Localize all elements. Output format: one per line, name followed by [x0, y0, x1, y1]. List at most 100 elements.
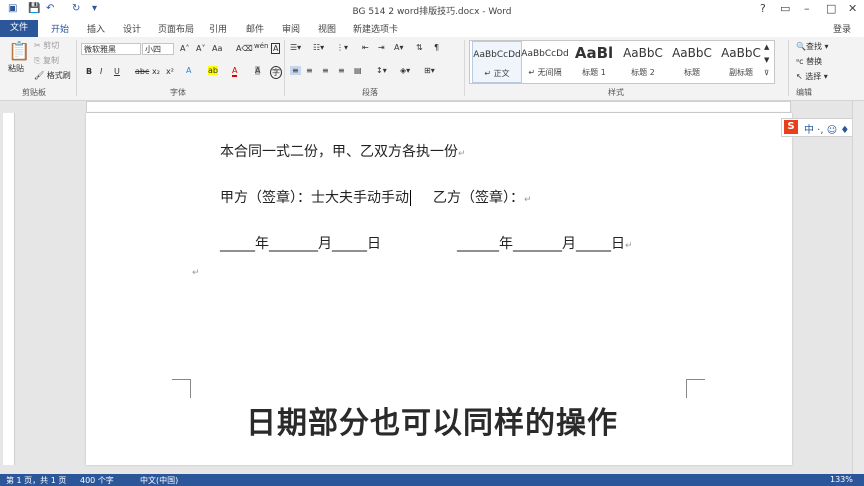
tab-mailings[interactable]: 邮件 — [246, 22, 264, 35]
style-normal[interactable]: AaBbCcDd ↵ 正文 — [472, 41, 522, 83]
editing-group-label: 编辑 — [796, 88, 812, 97]
tab-home[interactable]: 开始 — [51, 22, 69, 35]
format-painter-button[interactable]: 🖌 格式刷 — [34, 70, 71, 81]
window-title: BG 514 2 word排版技巧.docx - Word — [352, 7, 512, 17]
gallery-up-icon[interactable]: ▲ — [764, 43, 769, 51]
style-title[interactable]: AaBbC 标题 — [668, 41, 716, 81]
page-corner-mark — [172, 379, 191, 398]
zoom-level[interactable]: 133% — [830, 475, 853, 484]
paragraph-group-label: 段落 — [362, 88, 378, 97]
grow-font-icon[interactable]: A˄ — [180, 44, 189, 53]
style-heading-1[interactable]: AaBl 标题 1 — [570, 41, 618, 81]
text-cursor — [410, 190, 411, 206]
justify-icon[interactable]: ≡ — [338, 66, 345, 75]
bold-button[interactable]: B — [86, 67, 92, 76]
divider — [464, 40, 465, 96]
ime-status-text: 中 ·, ☺ ♦ — [804, 125, 850, 136]
line-spacing-icon[interactable]: ↕▾ — [376, 66, 387, 75]
char-border-icon[interactable]: A — [271, 43, 281, 54]
gallery-more-icon[interactable]: ⊽ — [764, 69, 769, 77]
language-status[interactable]: 中文(中国) — [140, 475, 178, 486]
page-corner-mark — [686, 379, 705, 398]
increase-indent-icon[interactable]: ⇥ — [378, 43, 385, 52]
highlight-icon[interactable]: ab — [208, 66, 218, 75]
font-color-icon[interactable]: A — [232, 66, 238, 77]
numbering-icon[interactable]: ☷▾ — [313, 43, 324, 52]
ribbon-display-icon[interactable]: ▭ — [780, 2, 790, 15]
select-button[interactable]: ↖ 选择 ▾ — [796, 71, 828, 82]
enclose-char-icon[interactable]: 字 — [270, 66, 282, 79]
tab-insert[interactable]: 插入 — [87, 22, 105, 35]
doc-line-copies[interactable]: 本合同一式二份，甲、乙双方各执一份↵ — [220, 141, 466, 161]
gallery-down-icon[interactable]: ▼ — [764, 56, 769, 64]
styles-group-label: 样式 — [608, 88, 624, 97]
tab-references[interactable]: 引用 — [209, 22, 227, 35]
bullets-icon[interactable]: ☰▾ — [290, 43, 301, 52]
sogou-logo-icon: S — [784, 120, 798, 134]
superscript-button[interactable]: x² — [166, 67, 174, 76]
maximize-icon[interactable]: □ — [826, 2, 836, 15]
clear-format-icon[interactable]: A⌫ — [236, 44, 253, 53]
underline-button[interactable]: U — [114, 67, 120, 76]
page-count[interactable]: 第 1 页，共 1 页 — [6, 475, 66, 486]
divider — [788, 40, 789, 96]
paste-button[interactable]: 粘贴 — [8, 63, 24, 74]
font-name-combo[interactable]: 微软雅黑 — [81, 43, 141, 55]
word-count[interactable]: 400 个字 — [80, 475, 114, 486]
help-icon[interactable]: ? — [760, 2, 766, 15]
doc-line-signatures[interactable]: 甲方（签章）：士大夫手动手动 乙方（签章）：↵ — [220, 187, 532, 207]
ribbon-tabs: 开始 插入 设计 页面布局 引用 邮件 审阅 视图 新建选项卡 登录 — [0, 20, 864, 58]
login-link[interactable]: 登录 — [833, 22, 851, 35]
replace-button[interactable]: ᵃc 替换 — [796, 56, 822, 67]
divider — [76, 40, 77, 96]
italic-button[interactable]: I — [100, 67, 102, 76]
tab-file[interactable]: 文件 — [0, 20, 38, 37]
tab-review[interactable]: 审阅 — [282, 22, 300, 35]
align-left-icon[interactable]: ≡ — [290, 66, 301, 75]
multilevel-icon[interactable]: ⋮▾ — [336, 43, 348, 52]
empty-paragraph[interactable]: ↵ — [192, 263, 200, 279]
status-bar: 第 1 页，共 1 页 400 个字 中文(中国) 133% — [0, 474, 864, 486]
doc-line-dates[interactable]: _____年_______月_____日 ______年_______月_____… — [220, 233, 633, 253]
video-subtitle: 日期部分也可以同样的操作 — [246, 406, 618, 441]
show-marks-icon[interactable]: ¶ — [434, 43, 439, 52]
title-bar: ▣ 💾 ↶ ↻ ▾ BG 514 2 word排版技巧.docx - Word … — [0, 0, 864, 20]
find-button[interactable]: 🔍查找 ▾ — [796, 41, 829, 52]
clipboard-group-label: 剪贴板 — [22, 88, 46, 97]
text-effects-icon[interactable]: A — [186, 66, 191, 75]
tab-layout[interactable]: 页面布局 — [158, 22, 194, 35]
distributed-icon[interactable]: ▤ — [354, 66, 362, 75]
style-heading-2[interactable]: AaBbC 标题 2 — [619, 41, 667, 81]
align-right-icon[interactable]: ≡ — [322, 66, 329, 75]
subscript-button[interactable]: x₂ — [152, 67, 160, 76]
paste-icon[interactable]: 📋 — [8, 41, 30, 62]
style-no-spacing[interactable]: AaBbCcDd ↵ 无间隔 — [521, 41, 569, 81]
phonetic-guide-icon[interactable]: wén — [254, 42, 268, 50]
date-right: ______年_______月_____日 — [457, 236, 625, 252]
copy-button[interactable]: ⎘ 复制 — [34, 55, 59, 66]
decrease-indent-icon[interactable]: ⇤ — [362, 43, 369, 52]
cut-button[interactable]: ✂ 剪切 — [34, 40, 59, 51]
font-group-label: 字体 — [170, 88, 186, 97]
horizontal-ruler[interactable] — [86, 101, 791, 113]
align-center-icon[interactable]: ≡ — [306, 66, 313, 75]
sort-icon[interactable]: ⇅ — [416, 43, 423, 52]
font-size-combo[interactable]: 小四 — [142, 43, 174, 55]
divider — [284, 40, 285, 96]
char-shading-icon[interactable]: A — [255, 66, 261, 75]
tab-view[interactable]: 视图 — [318, 22, 336, 35]
minimize-icon[interactable]: – — [804, 2, 810, 15]
shading-icon[interactable]: ◈▾ — [400, 66, 410, 75]
change-case-icon[interactable]: Aa — [212, 44, 222, 53]
ime-toolbar[interactable]: S 中 ·, ☺ ♦ — [781, 118, 863, 137]
party-b-signature: 乙方（签章）： — [433, 190, 524, 206]
close-icon[interactable]: ✕ — [848, 2, 857, 15]
shrink-font-icon[interactable]: A˅ — [196, 44, 205, 53]
style-subtitle[interactable]: AaBbC 副标题 — [717, 41, 765, 81]
tab-design[interactable]: 设计 — [123, 22, 141, 35]
strikethrough-button[interactable]: abc — [135, 67, 149, 76]
styles-gallery: AaBbCcDd ↵ 正文 AaBbCcDd ↵ 无间隔 AaBl 标题 1 A… — [469, 40, 775, 84]
tab-new[interactable]: 新建选项卡 — [353, 22, 398, 35]
asian-layout-icon[interactable]: A▾ — [394, 43, 404, 52]
borders-icon[interactable]: ⊞▾ — [424, 66, 435, 75]
